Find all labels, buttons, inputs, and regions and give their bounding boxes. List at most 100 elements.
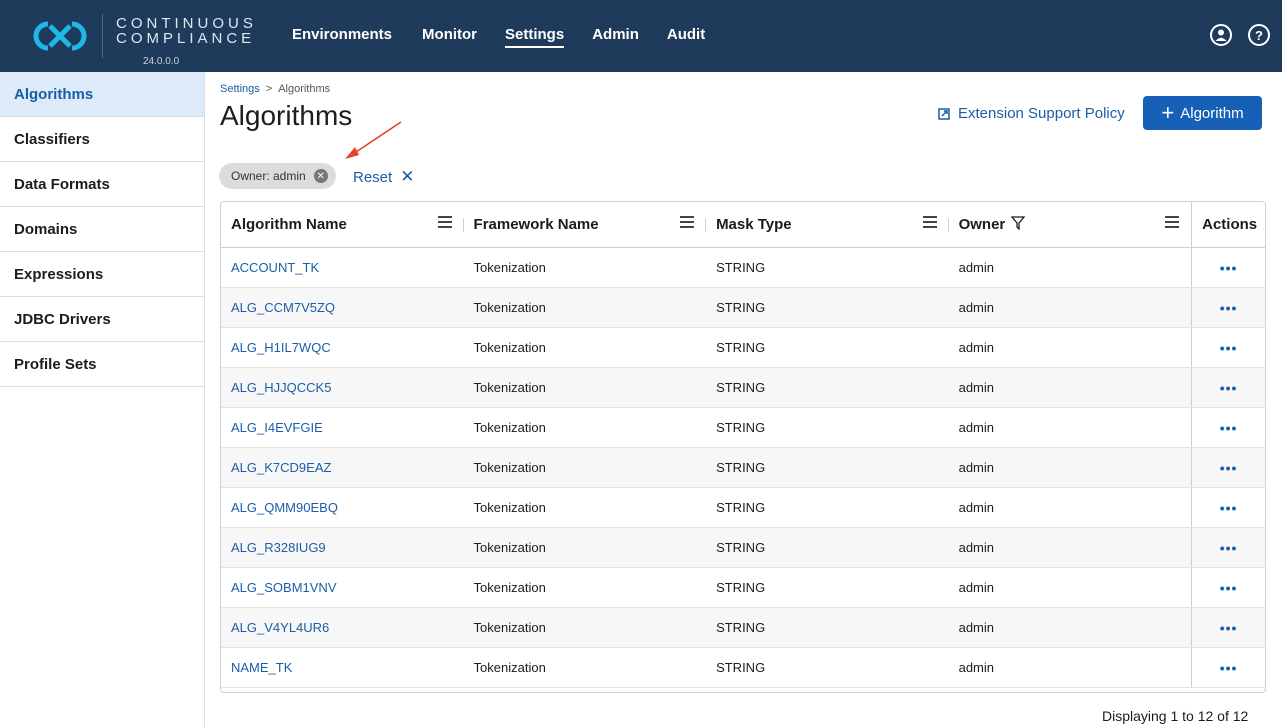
algorithm-name-link[interactable]: ALG_SOBM1VNV: [221, 568, 464, 607]
column-label: Algorithm Name: [231, 216, 347, 233]
sidebar-item-expressions[interactable]: Expressions: [0, 252, 204, 297]
row-actions-button[interactable]: •••: [1191, 448, 1265, 487]
algorithm-name-link[interactable]: NAME_TK: [221, 648, 464, 687]
mask-type-cell: STRING: [716, 660, 766, 675]
framework-name-cell: Tokenization: [473, 620, 546, 635]
table-row[interactable]: ACCOUNT_TK Tokenization STRING admin •••: [221, 248, 1265, 288]
algorithm-name-link[interactable]: ALG_QMM90EBQ: [221, 488, 464, 527]
table-row[interactable]: ALG_K7CD9EAZ Tokenization STRING admin •••: [221, 448, 1265, 488]
column-label: Actions: [1202, 216, 1258, 233]
filter-chip-label: Owner: admin: [231, 169, 306, 183]
filter-icon[interactable]: [1010, 215, 1026, 234]
top-icons: ?: [1210, 24, 1270, 46]
row-actions-button[interactable]: •••: [1191, 408, 1265, 447]
column-algorithm-name[interactable]: Algorithm Name: [221, 202, 464, 247]
column-menu-icon[interactable]: [437, 216, 452, 228]
owner-cell: admin: [958, 340, 995, 355]
row-actions-button[interactable]: •••: [1191, 488, 1265, 527]
nav-monitor[interactable]: Monitor: [422, 26, 477, 43]
mask-type-cell: STRING: [716, 580, 766, 595]
close-icon: ✕: [400, 167, 415, 186]
remove-filter-icon[interactable]: ✕: [313, 169, 328, 183]
algorithm-name-link[interactable]: ALG_I4EVFGIE: [221, 408, 464, 447]
reset-filters-button[interactable]: Reset ✕: [353, 167, 414, 187]
breadcrumb-separator: >: [265, 83, 273, 95]
framework-name-cell: Tokenization: [473, 660, 546, 675]
owner-cell: admin: [958, 660, 995, 675]
framework-name-cell: Tokenization: [473, 300, 546, 315]
row-actions-button[interactable]: •••: [1191, 608, 1265, 647]
framework-name-cell: Tokenization: [473, 260, 546, 275]
owner-cell: admin: [958, 460, 995, 475]
column-menu-icon[interactable]: [1165, 216, 1180, 228]
nav-audit[interactable]: Audit: [667, 26, 705, 43]
row-actions-button[interactable]: •••: [1191, 368, 1265, 407]
algorithm-name-link[interactable]: ACCOUNT_TK: [221, 248, 464, 287]
column-menu-icon[interactable]: [922, 216, 937, 228]
table-row[interactable]: ALG_HJJQCCK5 Tokenization STRING admin •••: [221, 368, 1265, 408]
row-actions-button[interactable]: •••: [1191, 288, 1265, 327]
sidebar-item-profile-sets[interactable]: Profile Sets: [0, 342, 204, 387]
column-owner[interactable]: Owner: [949, 202, 1192, 247]
algorithm-name-link[interactable]: ALG_R328IUG9: [221, 528, 464, 567]
algorithm-name-link[interactable]: ALG_HJJQCCK5: [221, 368, 464, 407]
mask-type-cell: STRING: [716, 540, 766, 555]
table-body: ACCOUNT_TK Tokenization STRING admin ••• ALG_…: [221, 248, 1265, 688]
column-menu-icon[interactable]: [680, 216, 695, 228]
column-label: Mask Type: [716, 216, 792, 233]
sidebar-item-data-formats[interactable]: Data Formats: [0, 162, 204, 207]
add-algorithm-button[interactable]: + Algorithm: [1143, 96, 1262, 130]
nav-environments[interactable]: Environments: [292, 26, 392, 43]
column-framework-name[interactable]: Framework Name: [464, 202, 707, 247]
framework-name-cell: Tokenization: [473, 500, 546, 515]
mask-type-cell: STRING: [716, 300, 766, 315]
table-row[interactable]: ALG_R328IUG9 Tokenization STRING admin •••: [221, 528, 1265, 568]
help-circle-icon[interactable]: ?: [1248, 24, 1270, 46]
owner-filter-chip: Owner: admin ✕: [219, 163, 336, 189]
extension-support-link[interactable]: Extension Support Policy: [938, 105, 1125, 122]
sidebar-item-jdbc-drivers[interactable]: JDBC Drivers: [0, 297, 204, 342]
table-header: Algorithm Name Framework Name Mask Type …: [221, 202, 1265, 248]
owner-cell: admin: [958, 540, 995, 555]
row-actions-button[interactable]: •••: [1191, 248, 1265, 287]
table-row[interactable]: ALG_QMM90EBQ Tokenization STRING admin •••: [221, 488, 1265, 528]
breadcrumb-current: Algorithms: [278, 83, 331, 95]
row-actions-button[interactable]: •••: [1191, 568, 1265, 607]
table-row[interactable]: ALG_CCM7V5ZQ Tokenization STRING admin •••: [221, 288, 1265, 328]
algorithm-name-link[interactable]: ALG_K7CD9EAZ: [221, 448, 464, 487]
framework-name-cell: Tokenization: [473, 340, 546, 355]
logo-icon[interactable]: [28, 20, 92, 52]
user-circle-icon[interactable]: [1210, 24, 1232, 46]
annotation-arrow-icon: [345, 121, 402, 159]
algorithm-name-link[interactable]: ALG_V4YL4UR6: [221, 608, 464, 647]
sidebar-item-domains[interactable]: Domains: [0, 207, 204, 252]
mask-type-cell: STRING: [716, 380, 766, 395]
mask-type-cell: STRING: [716, 620, 766, 635]
framework-name-cell: Tokenization: [473, 420, 546, 435]
table-row[interactable]: ALG_V4YL4UR6 Tokenization STRING admin •••: [221, 608, 1265, 648]
mask-type-cell: STRING: [716, 340, 766, 355]
owner-cell: admin: [958, 580, 995, 595]
algorithm-name-link[interactable]: ALG_CCM7V5ZQ: [221, 288, 464, 327]
breadcrumb-settings[interactable]: Settings: [220, 83, 260, 95]
nav-settings[interactable]: Settings: [505, 26, 565, 48]
sidebar-item-classifiers[interactable]: Classifiers: [0, 117, 204, 162]
breadcrumb: Settings > Algorithms: [220, 83, 330, 95]
row-actions-button[interactable]: •••: [1191, 528, 1265, 567]
pagination-summary: Displaying 1 to 12 of 12: [1102, 708, 1249, 724]
table-row[interactable]: ALG_SOBM1VNV Tokenization STRING admin •••: [221, 568, 1265, 608]
row-actions-button[interactable]: •••: [1191, 328, 1265, 367]
sidebar-item-algorithms[interactable]: Algorithms: [0, 72, 204, 117]
table-row[interactable]: ALG_H1IL7WQC Tokenization STRING admin •••: [221, 328, 1265, 368]
table-row[interactable]: NAME_TK Tokenization STRING admin •••: [221, 648, 1265, 688]
table-row[interactable]: ALG_I4EVFGIE Tokenization STRING admin •••: [221, 408, 1265, 448]
mask-type-cell: STRING: [716, 500, 766, 515]
version-label: 24.0.0.0: [143, 56, 180, 67]
owner-cell: admin: [958, 420, 995, 435]
column-mask-type[interactable]: Mask Type: [706, 202, 949, 247]
row-actions-button[interactable]: •••: [1191, 648, 1265, 687]
algorithm-name-link[interactable]: ALG_H1IL7WQC: [221, 328, 464, 367]
column-label: Framework Name: [473, 216, 599, 233]
mask-type-cell: STRING: [716, 260, 766, 275]
nav-admin[interactable]: Admin: [592, 26, 639, 43]
